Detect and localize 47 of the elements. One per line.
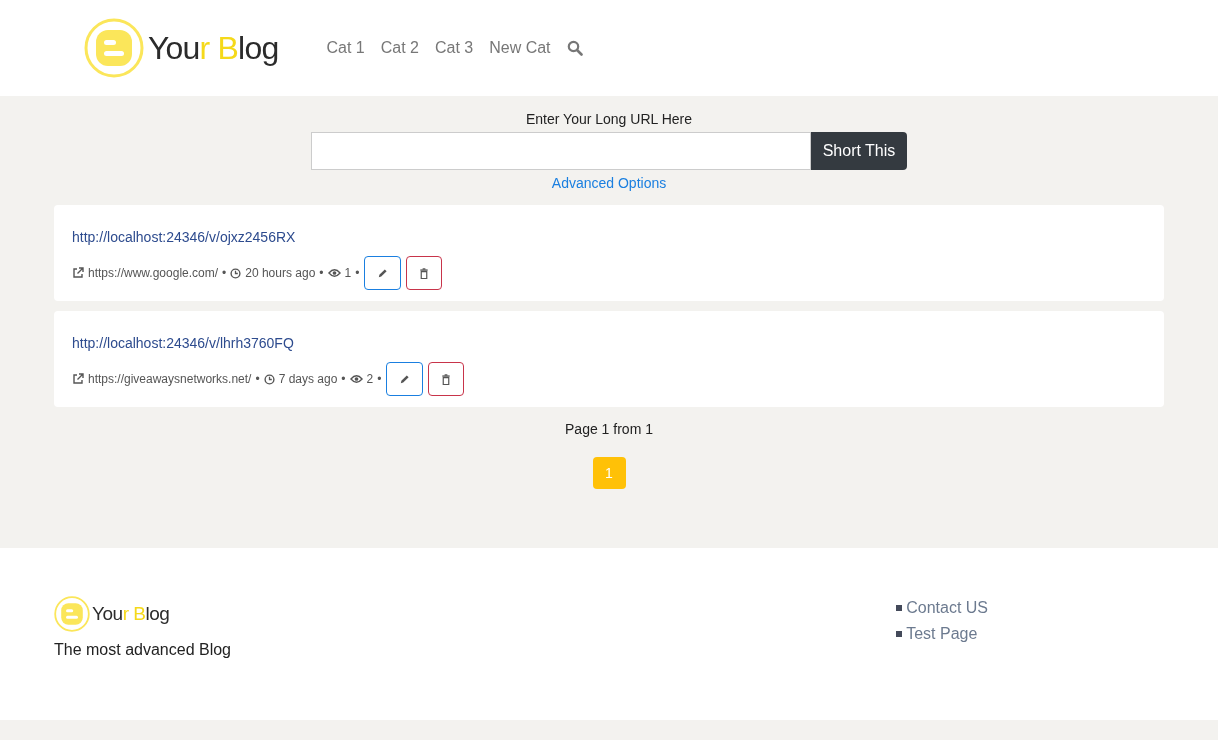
- clock-icon: [263, 373, 275, 385]
- views-count: 1: [344, 265, 352, 282]
- separator-dot: •: [222, 265, 227, 282]
- footer-link[interactable]: Test Page: [906, 622, 978, 646]
- separator-dot: •: [355, 265, 360, 282]
- short-url-link[interactable]: http://localhost:24346/v/ojxz2456RX: [72, 229, 296, 245]
- logo-text[interactable]: Your Blog: [148, 24, 279, 72]
- search-icon[interactable]: [566, 40, 583, 56]
- delete-button[interactable]: [428, 362, 465, 396]
- external-link-icon: [72, 267, 84, 279]
- separator-dot: •: [377, 371, 382, 388]
- pencil-icon: [377, 267, 389, 279]
- edit-button[interactable]: [386, 362, 424, 396]
- delete-button[interactable]: [406, 256, 443, 290]
- short-url-link[interactable]: http://localhost:24346/v/lhrh3760FQ: [72, 335, 294, 351]
- external-link-icon: [72, 373, 84, 385]
- url-label: Enter Your Long URL Here: [526, 110, 692, 129]
- target-url-link[interactable]: https://www.google.com/: [88, 264, 219, 282]
- time-text: 20 hours ago: [245, 265, 316, 282]
- pencil-icon: [399, 373, 411, 385]
- tagline: The most advanced Blog: [54, 640, 231, 660]
- clock-icon: [230, 267, 242, 279]
- nav-link[interactable]: Cat 2: [380, 36, 419, 60]
- page-summary: Page 1 from 1: [565, 420, 653, 439]
- bullet-icon: [896, 631, 903, 637]
- views-count: 2: [366, 371, 374, 388]
- nav-link[interactable]: New Cat: [489, 36, 551, 60]
- url-input[interactable]: [310, 132, 811, 170]
- advanced-options-link[interactable]: Advanced Options: [551, 173, 667, 194]
- bullet-icon: [896, 605, 903, 611]
- logo-icon: [84, 18, 144, 78]
- trash-icon: [441, 373, 452, 385]
- logo-icon: [54, 596, 90, 632]
- separator-dot: •: [255, 371, 260, 388]
- short-button[interactable]: Short This: [810, 132, 908, 170]
- time-text: 7 days ago: [278, 371, 338, 388]
- trash-icon: [419, 267, 430, 279]
- eye-icon: [349, 374, 363, 384]
- logo-text: Your Blog: [92, 601, 170, 626]
- target-url-link[interactable]: https://giveawaysnetworks.net/: [88, 370, 252, 388]
- separator-dot: •: [341, 371, 346, 388]
- footer-link[interactable]: Contact US: [906, 596, 988, 620]
- eye-icon: [327, 268, 341, 278]
- nav-link[interactable]: Cat 3: [434, 36, 474, 60]
- separator-dot: •: [319, 265, 324, 282]
- nav-link[interactable]: Cat 1: [326, 36, 365, 60]
- edit-button[interactable]: [364, 256, 402, 290]
